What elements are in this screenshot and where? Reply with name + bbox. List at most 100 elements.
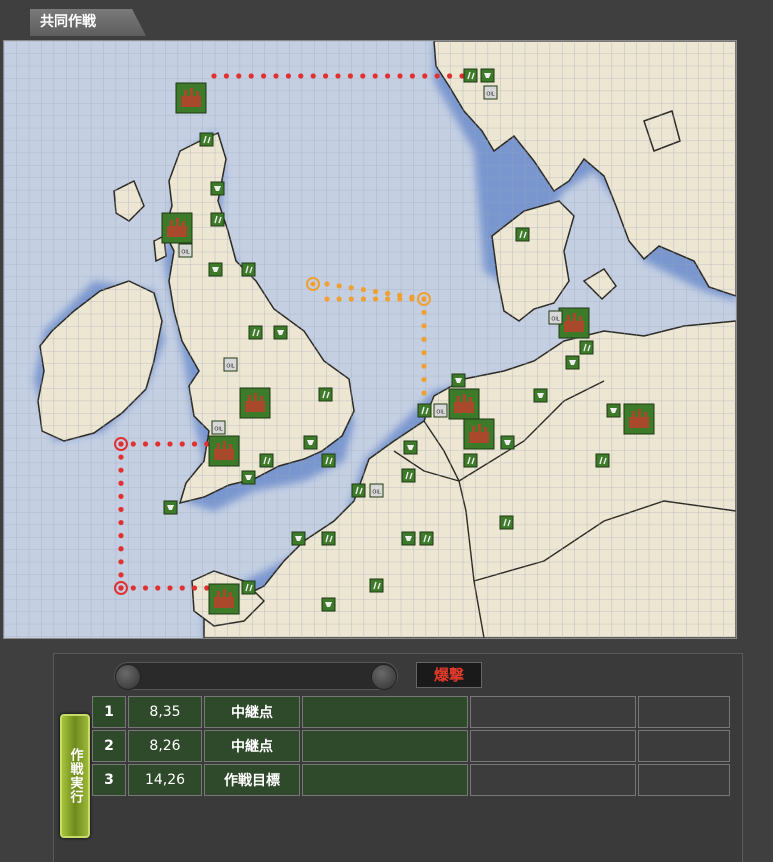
timeline-slider[interactable]	[114, 662, 398, 690]
radar-icon[interactable]	[533, 388, 548, 403]
oil-depot-icon[interactable]: OIL	[223, 357, 238, 372]
red-route-dot	[347, 73, 353, 79]
red-route-dot	[118, 533, 124, 539]
red-route-dot	[273, 73, 279, 79]
airfield-icon[interactable]	[321, 453, 336, 468]
radar-icon[interactable]	[303, 435, 318, 450]
red-waypoint-2-center	[118, 585, 124, 591]
radar-icon[interactable]	[606, 403, 621, 418]
factory-icon[interactable]	[623, 403, 655, 435]
radar-icon[interactable]	[241, 470, 256, 485]
strategic-map[interactable]: OIL OIL OIL OIL OIL OIL OIL	[3, 40, 737, 639]
airfield-icon[interactable]	[419, 531, 434, 546]
orange-waypoint-1-center	[310, 281, 316, 287]
row-slot-b[interactable]	[470, 764, 636, 796]
execute-operation-button[interactable]: 作戦実行	[60, 714, 90, 838]
radar-icon[interactable]	[291, 531, 306, 546]
red-route-dot	[447, 73, 453, 79]
airfield-icon[interactable]	[210, 212, 225, 227]
oil-depot-icon[interactable]: OIL	[178, 243, 193, 258]
factory-icon[interactable]	[161, 212, 193, 244]
radar-icon[interactable]	[500, 435, 515, 450]
table-row[interactable]: 2 8,26 中継点	[92, 730, 730, 762]
orange-route-dot	[324, 296, 330, 302]
radar-icon[interactable]	[273, 325, 288, 340]
red-route-dot	[236, 73, 242, 79]
orange-route-dot	[397, 296, 403, 302]
red-waypoint-1-center	[118, 441, 124, 447]
row-slot-a[interactable]	[302, 730, 468, 762]
airfield-icon[interactable]	[369, 578, 384, 593]
row-slot-c[interactable]	[638, 730, 730, 762]
factory-icon[interactable]	[208, 583, 240, 615]
red-route-dot	[118, 546, 124, 552]
airfield-icon[interactable]	[241, 262, 256, 277]
airfield-icon[interactable]	[579, 340, 594, 355]
oil-depot-icon[interactable]: OIL	[433, 403, 448, 418]
red-route-dot	[223, 73, 229, 79]
airfield-icon[interactable]	[463, 453, 478, 468]
radar-icon[interactable]	[163, 500, 178, 515]
oil-depot-icon[interactable]: OIL	[483, 85, 498, 100]
map-canvas[interactable]: OIL OIL OIL OIL OIL OIL OIL	[4, 41, 736, 638]
orange-route-dot	[348, 285, 354, 291]
slider-right-knob[interactable]	[371, 664, 397, 690]
airfield-icon[interactable]	[515, 227, 530, 242]
factory-icon[interactable]	[448, 388, 480, 420]
airfield-icon[interactable]	[499, 515, 514, 530]
red-route-dot	[118, 559, 124, 565]
orange-route-dot	[409, 296, 415, 302]
oil-depot-icon[interactable]: OIL	[548, 310, 563, 325]
airfield-icon[interactable]	[417, 403, 432, 418]
airfield-icon[interactable]	[199, 132, 214, 147]
airfield-icon[interactable]	[595, 453, 610, 468]
radar-icon[interactable]	[210, 181, 225, 196]
airfield-icon[interactable]	[463, 68, 478, 83]
red-route-dot	[130, 441, 136, 447]
row-slot-c[interactable]	[638, 696, 730, 728]
row-slot-b[interactable]	[470, 696, 636, 728]
slider-left-knob[interactable]	[115, 664, 141, 690]
factory-icon[interactable]	[239, 387, 271, 419]
row-slot-c[interactable]	[638, 764, 730, 796]
red-route-dot	[179, 585, 185, 591]
row-slot-a[interactable]	[302, 764, 468, 796]
oil-depot-icon[interactable]: OIL	[211, 420, 226, 435]
airfield-icon[interactable]	[248, 325, 263, 340]
red-route-dot	[310, 73, 316, 79]
radar-icon[interactable]	[208, 262, 223, 277]
radar-icon[interactable]	[451, 373, 466, 388]
red-route-dot	[360, 73, 366, 79]
factory-icon[interactable]	[558, 307, 590, 339]
airfield-icon[interactable]	[351, 483, 366, 498]
factory-icon[interactable]	[175, 82, 207, 114]
airfield-icon[interactable]	[259, 453, 274, 468]
red-route-dot	[142, 441, 149, 447]
airfield-icon[interactable]	[321, 531, 336, 546]
radar-icon[interactable]	[403, 440, 418, 455]
orange-route-dot	[421, 376, 427, 383]
factory-icon[interactable]	[208, 435, 240, 467]
radar-icon[interactable]	[480, 68, 495, 83]
table-row[interactable]: 1 8,35 中継点	[92, 696, 730, 728]
factory-icon[interactable]	[463, 418, 495, 450]
red-route-dot	[179, 441, 185, 447]
airfield-icon[interactable]	[241, 580, 256, 595]
red-route-dot	[285, 73, 291, 79]
bomb-button[interactable]: 爆撃	[416, 662, 482, 688]
radar-icon[interactable]	[321, 597, 336, 612]
row-type: 作戦目標	[204, 764, 300, 796]
radar-icon[interactable]	[401, 531, 416, 546]
orange-route-dot	[372, 288, 379, 295]
svg-text:OIL: OIL	[486, 92, 494, 98]
operation-tab[interactable]: 共同作戦	[30, 9, 146, 36]
red-route-dot	[261, 73, 267, 79]
table-row[interactable]: 3 14,26 作戦目標	[92, 764, 730, 796]
airfield-icon[interactable]	[318, 387, 333, 402]
row-slot-b[interactable]	[470, 730, 636, 762]
radar-icon[interactable]	[565, 355, 580, 370]
airfield-icon[interactable]	[401, 468, 416, 483]
red-route-dot	[372, 73, 378, 79]
row-slot-a[interactable]	[302, 696, 468, 728]
oil-depot-icon[interactable]: OIL	[369, 483, 384, 498]
